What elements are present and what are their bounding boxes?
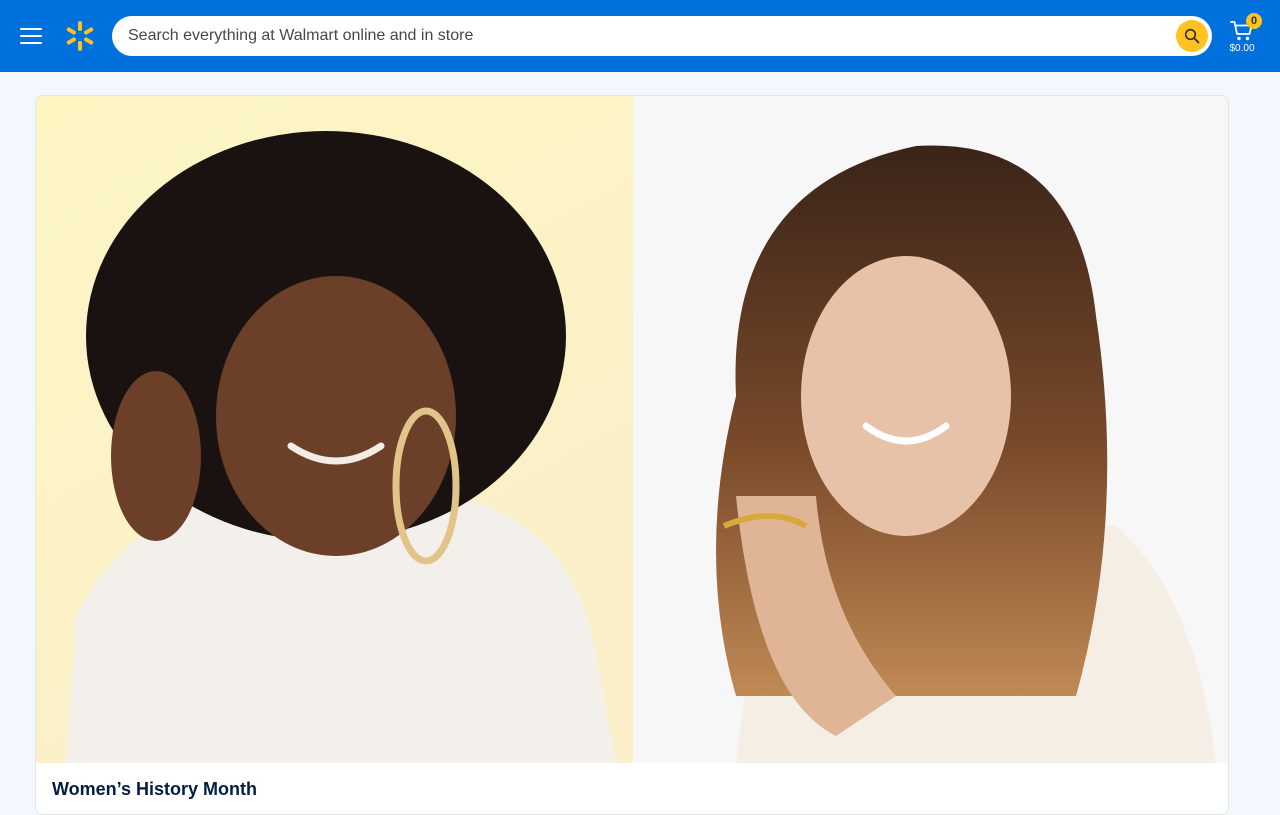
- menu-bar: [20, 28, 42, 30]
- walmart-spark-icon: [66, 21, 94, 51]
- top-header: 0 $0.00: [0, 0, 1280, 72]
- search-input[interactable]: [112, 16, 1162, 56]
- menu-button[interactable]: [16, 20, 48, 52]
- cart-button[interactable]: 0 $0.00: [1222, 12, 1266, 58]
- cart-count-badge: 0: [1246, 13, 1262, 29]
- feature-image[interactable]: [36, 96, 1229, 763]
- search-icon: [1184, 28, 1200, 44]
- search-bar: [112, 16, 1212, 56]
- menu-bar: [20, 35, 42, 37]
- walmart-logo[interactable]: [64, 20, 96, 52]
- feature-card: Women’s History Month: [35, 95, 1229, 815]
- search-button[interactable]: [1176, 20, 1208, 52]
- menu-bar: [20, 42, 42, 44]
- feature-card-title[interactable]: Women’s History Month: [52, 779, 257, 800]
- cart-total: $0.00: [1229, 43, 1255, 54]
